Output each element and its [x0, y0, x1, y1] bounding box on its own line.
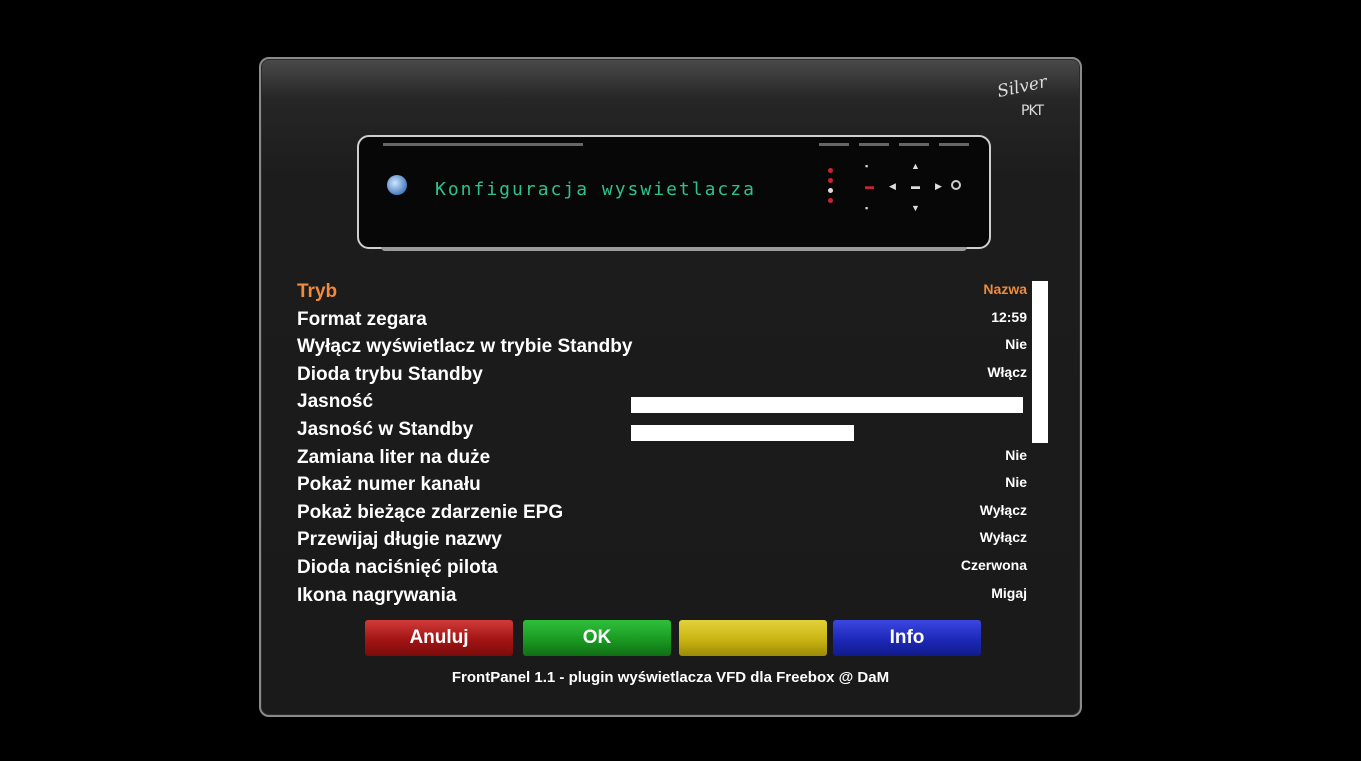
device-button-icon: ▬ [865, 181, 874, 191]
setting-label: Przewijaj długie nazwy [297, 529, 502, 551]
device-base [381, 247, 967, 251]
logo-line2: PKT [1021, 103, 1044, 119]
ok-button-icon: ▬ [911, 181, 920, 191]
info-button[interactable]: Info [833, 620, 981, 656]
setting-label: Wyłącz wyświetlacz w trybie Standby [297, 336, 633, 358]
setting-value: Czerwona [960, 557, 1027, 573]
setting-row[interactable]: Tryb Nazwa [297, 281, 1027, 308]
setting-label: Jasność w Standby [297, 419, 474, 440]
arrow-down-icon: ▼ [911, 203, 920, 213]
setting-value: Wyłącz [979, 529, 1027, 546]
footer-plugin-info: FrontPanel 1.1 - plugin wyświetlacza VFD… [451, 669, 890, 686]
setting-row[interactable]: Ikona nagrywania Migaj [297, 585, 1027, 612]
setting-value: Wyłącz [979, 501, 1027, 518]
setting-label: Jasność [297, 391, 374, 413]
setting-row[interactable]: Wyłącz wyświetlacz w trybie Standby Nie [297, 336, 1027, 363]
device-top-label [383, 143, 583, 146]
setting-value: Nie [1005, 446, 1027, 463]
device-top-right-labels [819, 143, 979, 146]
setting-value: Migaj [991, 584, 1027, 601]
led-icon [827, 188, 833, 193]
setting-value: Włącz [987, 363, 1027, 380]
setting-row[interactable]: Dioda trybu Standby Włącz [297, 364, 1027, 391]
power-icon [951, 180, 961, 190]
setting-row[interactable]: Dioda naciśnięć pilota Czerwona [297, 557, 1027, 584]
arrow-right-icon: ▶ [935, 181, 942, 191]
skin-logo: Silver PKT [991, 72, 1063, 127]
scrollbar[interactable] [1032, 281, 1048, 443]
setting-row[interactable]: Jasność w Standby [297, 419, 1027, 446]
led-icon [827, 178, 833, 183]
setting-row[interactable]: Format zegara 12:59 [297, 309, 1027, 336]
setting-value: 12:59 [991, 308, 1027, 325]
setting-label: Pokaż numer kanału [297, 474, 481, 496]
yellow-button[interactable] [679, 620, 827, 656]
setting-value: Nie [1005, 336, 1027, 353]
setting-row[interactable]: Przewijaj długie nazwy Wyłącz [297, 529, 1027, 556]
vfd-logo-icon [387, 175, 407, 195]
setting-row[interactable]: Jasność [297, 391, 1027, 418]
device-front-panel-image: Konfiguracja wyswietlacza ▪ ▬ ▪ ▲ ◀ ▬ ▶ … [357, 135, 991, 249]
setting-value: Nazwa [983, 281, 1027, 297]
device-leds [825, 163, 835, 223]
settings-dialog: Silver PKT Konfiguracja wyswietlacza ▪ ▬… [259, 57, 1082, 717]
led-icon [827, 198, 833, 203]
arrow-up-icon: ▲ [911, 161, 920, 171]
setting-value: Nie [1005, 474, 1027, 491]
setting-row[interactable]: Pokaż numer kanału Nie [297, 474, 1027, 501]
logo-line1: Silver [995, 71, 1049, 103]
device-button-icon: ▪ [865, 203, 869, 213]
vfd-display-text: Konfiguracja wyswietlacza [435, 179, 756, 200]
cancel-button[interactable]: Anuluj [365, 620, 513, 656]
setting-label: Zamiana liter na duże [297, 446, 491, 468]
led-icon [827, 168, 833, 173]
setting-label: Tryb [297, 281, 338, 302]
arrow-left-icon: ◀ [889, 181, 896, 191]
setting-row[interactable]: Pokaż bieżące zdarzenie EPG Wyłącz [297, 502, 1027, 529]
device-button-icon: ▪ [865, 161, 869, 171]
setting-label: Dioda trybu Standby [297, 363, 483, 385]
setting-label: Dioda naciśnięć pilota [297, 557, 498, 578]
setting-label: Ikona nagrywania [297, 584, 457, 606]
level-slider[interactable] [631, 397, 1023, 414]
level-slider[interactable] [631, 425, 854, 441]
setting-label: Pokaż bieżące zdarzenie EPG [297, 501, 564, 523]
ok-button[interactable]: OK [523, 620, 671, 656]
setting-row[interactable]: Zamiana liter na duże Nie [297, 447, 1027, 474]
setting-label: Format zegara [297, 308, 427, 330]
